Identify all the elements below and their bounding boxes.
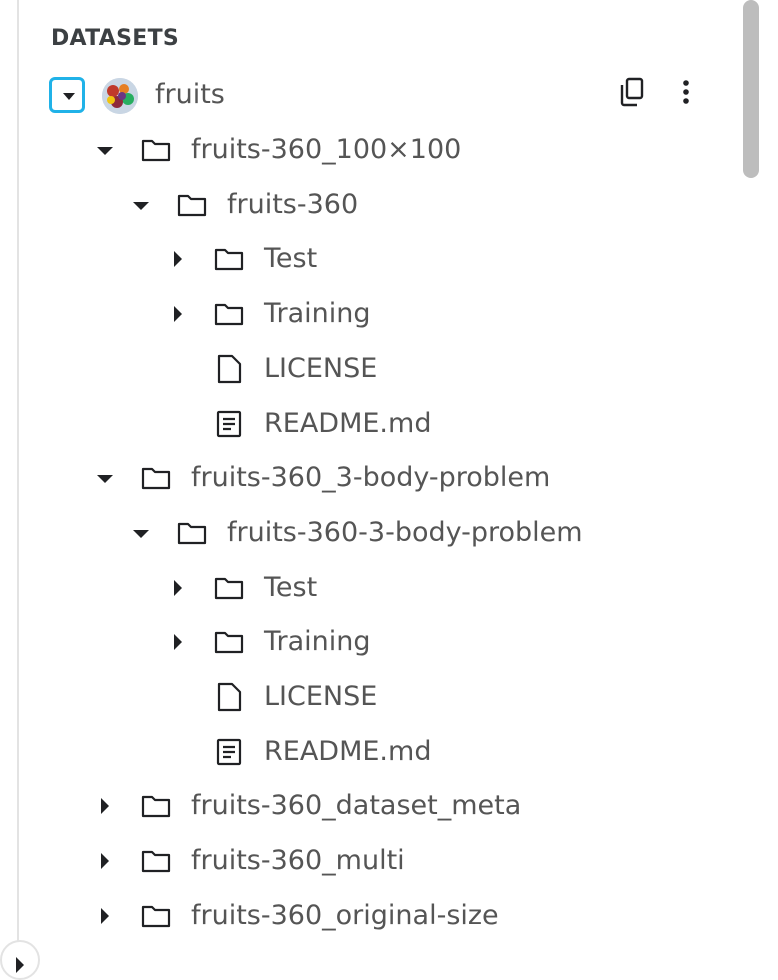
tree-row[interactable]: README.md: [0, 399, 740, 449]
tree-row[interactable]: fruits-360_multi: [0, 836, 740, 886]
copy-button[interactable]: [614, 74, 650, 110]
document-icon: [213, 408, 245, 440]
folder-icon: [213, 243, 245, 275]
collapse-toggle[interactable]: [129, 193, 153, 217]
tree-item-label: Training: [264, 298, 371, 330]
expand-toggle[interactable]: [166, 630, 190, 654]
tree-item-label: Test: [264, 571, 318, 603]
file-icon: [213, 681, 245, 713]
tree-item-label: fruits-360: [227, 188, 359, 220]
dataset-name[interactable]: fruits: [155, 79, 225, 110]
chevron-right-icon: [174, 251, 182, 268]
tree-item-label: fruits-360-3-body-problem: [227, 516, 583, 548]
folder-icon: [140, 900, 172, 932]
collapse-toggle[interactable]: [93, 138, 117, 162]
tree-item-label: README.md: [264, 407, 432, 439]
tree-item-label: README.md: [264, 735, 432, 767]
copy-icon: [620, 77, 644, 107]
chevron-down-icon: [133, 201, 149, 210]
tree-item-label: fruits-360_multi: [191, 845, 405, 877]
tree-item-label: fruits-360_3-body-problem: [191, 462, 551, 494]
dataset-thumbnail: [102, 78, 138, 114]
folder-icon: [213, 298, 245, 330]
chevron-right-icon: [174, 306, 182, 323]
tree-item-label: LICENSE: [264, 352, 378, 384]
chevron-right-icon: [101, 853, 109, 870]
tree-row[interactable]: Training: [0, 289, 740, 339]
tree-item-label: fruits-360_100×100: [191, 134, 462, 165]
chevron-right-icon: [174, 634, 182, 651]
chevron-right-icon: [174, 579, 182, 596]
tree-row[interactable]: fruits-360: [0, 180, 740, 230]
expand-panel-button[interactable]: [0, 940, 40, 980]
folder-icon: [140, 790, 172, 822]
tree-row[interactable]: fruits-360_original-size: [0, 891, 740, 941]
tree-row[interactable]: fruits-360_100×100: [0, 125, 740, 175]
folder-icon: [213, 626, 245, 658]
folder-icon: [213, 572, 245, 604]
chevron-right-icon: [101, 907, 109, 924]
dataset-row[interactable]: fruits: [0, 70, 740, 122]
expand-toggle[interactable]: [93, 794, 117, 818]
expand-toggle[interactable]: [93, 904, 117, 928]
collapse-toggle[interactable]: [93, 466, 117, 490]
scrollbar-thumb[interactable]: [743, 0, 759, 178]
tree-item-label: Training: [264, 626, 371, 658]
chevron-right-icon: [101, 798, 109, 815]
tree-row[interactable]: LICENSE: [0, 344, 740, 394]
more-options-button[interactable]: [668, 74, 704, 110]
expand-toggle[interactable]: [166, 576, 190, 600]
expand-toggle[interactable]: [93, 849, 117, 873]
tree-row[interactable]: fruits-360_3-body-problem: [0, 453, 740, 503]
tree-row[interactable]: README.md: [0, 727, 740, 777]
collapse-dataset-button[interactable]: [49, 77, 85, 113]
tree-row[interactable]: Test: [0, 563, 740, 613]
expand-toggle[interactable]: [166, 302, 190, 326]
file-icon: [213, 353, 245, 385]
tree-row[interactable]: fruits-360_dataset_meta: [0, 781, 740, 831]
tree-row[interactable]: Training: [0, 617, 740, 667]
chevron-down-icon: [63, 93, 75, 100]
chevron-down-icon: [97, 475, 113, 484]
tree-item-label: fruits-360_dataset_meta: [191, 790, 522, 822]
tree-item-label: Test: [264, 243, 318, 275]
folder-icon: [176, 517, 208, 549]
chevron-down-icon: [97, 147, 113, 155]
more-vert-icon: [683, 80, 689, 104]
tree-row[interactable]: Test: [0, 234, 740, 284]
tree-item-label: fruits-360_original-size: [191, 899, 499, 931]
chevron-down-icon: [133, 529, 149, 538]
expand-toggle[interactable]: [166, 247, 190, 271]
tree-row[interactable]: LICENSE: [0, 672, 740, 722]
folder-icon: [140, 134, 172, 166]
folder-icon: [176, 189, 208, 221]
document-icon: [213, 736, 245, 768]
collapse-toggle[interactable]: [129, 521, 153, 545]
tree-item-label: LICENSE: [264, 681, 378, 712]
folder-icon: [140, 462, 172, 494]
folder-icon: [140, 845, 172, 877]
tree-row[interactable]: fruits-360-3-body-problem: [0, 508, 740, 558]
section-title: DATASETS: [51, 26, 180, 51]
